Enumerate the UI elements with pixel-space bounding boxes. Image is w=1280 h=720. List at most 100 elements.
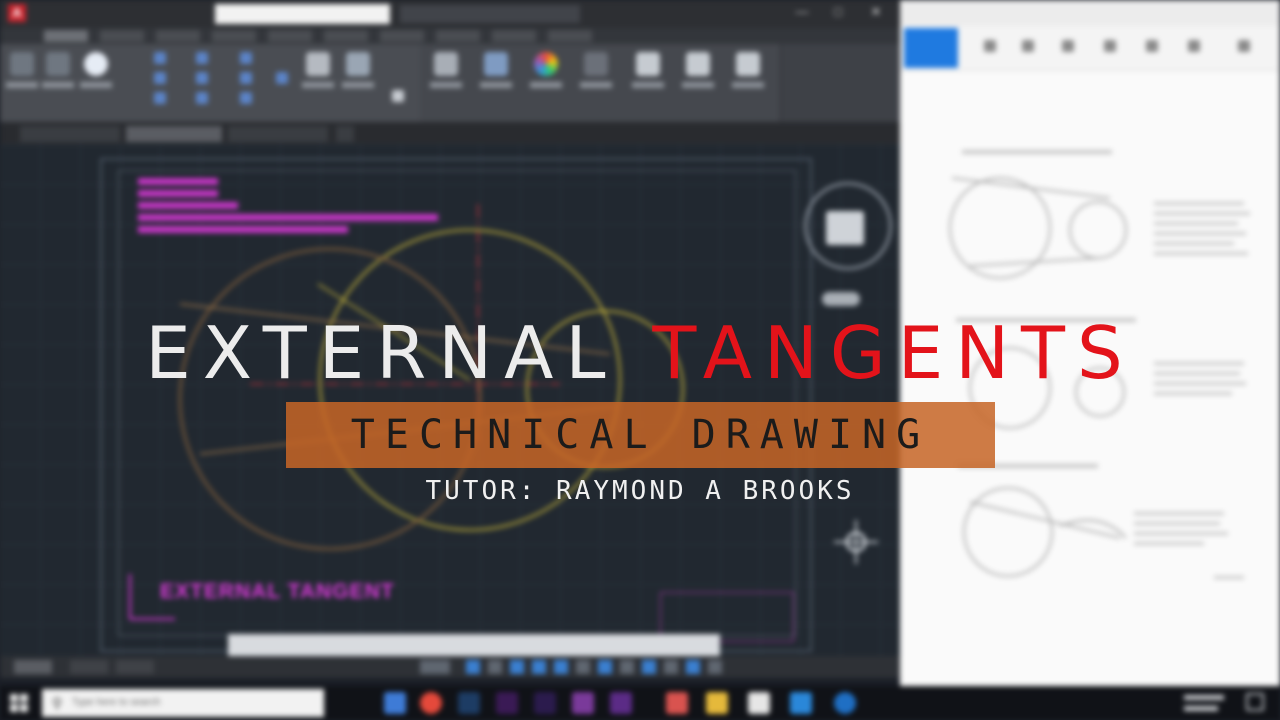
viewcube[interactable] xyxy=(826,211,864,245)
comment-icon[interactable] xyxy=(1104,40,1116,52)
grid-toggle[interactable] xyxy=(466,660,480,674)
layout1-tab[interactable] xyxy=(70,660,108,674)
selection-cycling-toggle[interactable] xyxy=(642,660,656,674)
notepad-icon[interactable] xyxy=(748,692,770,714)
ribbon-tab-featured-apps[interactable] xyxy=(548,30,592,42)
file-explorer-icon[interactable] xyxy=(384,692,406,714)
pdf-note xyxy=(1154,252,1248,255)
polar-toggle[interactable] xyxy=(532,660,546,674)
folder-icon[interactable] xyxy=(706,692,728,714)
line-tool-button[interactable] xyxy=(4,48,40,96)
maximize-button[interactable]: □ xyxy=(826,4,850,24)
polyline-tool-button[interactable] xyxy=(40,48,76,96)
array-icon[interactable] xyxy=(240,92,252,104)
customize-button[interactable] xyxy=(708,660,722,674)
text-tool-button[interactable] xyxy=(300,48,336,96)
ribbon-tab-manage[interactable] xyxy=(324,30,368,42)
fillet-icon[interactable] xyxy=(240,72,252,84)
pdf-page-number xyxy=(1214,576,1244,579)
ribbon-tab-a360[interactable] xyxy=(492,30,536,42)
navigation-bar-toggle[interactable] xyxy=(822,292,860,306)
osnap-toggle[interactable] xyxy=(554,660,568,674)
close-button[interactable]: ✕ xyxy=(864,4,888,24)
pdf-diagram-1-tangent xyxy=(951,177,1111,199)
system-clock[interactable] xyxy=(1176,689,1236,717)
photoshop-icon[interactable] xyxy=(458,692,480,714)
pdf-tool-icon[interactable] xyxy=(984,40,996,52)
share-icon[interactable] xyxy=(1146,40,1158,52)
layer-properties-button[interactable] xyxy=(428,48,464,96)
onenote-icon[interactable] xyxy=(572,692,594,714)
minimize-button[interactable]: — xyxy=(790,4,814,24)
properties-button[interactable] xyxy=(528,48,564,96)
file-tab-start[interactable] xyxy=(20,126,120,142)
ribbon-tab-output[interactable] xyxy=(380,30,424,42)
autocad-logo-icon[interactable]: A xyxy=(8,4,26,22)
coordinates-display xyxy=(420,660,450,674)
chrome-icon[interactable] xyxy=(420,692,442,714)
erase-icon[interactable] xyxy=(276,72,288,84)
stretch-icon[interactable] xyxy=(154,92,166,104)
ribbon-tab-insert[interactable] xyxy=(100,30,144,42)
ribbon-panel xyxy=(0,44,900,122)
pdf-note xyxy=(1134,522,1220,525)
headline-word-tangents: TANGENTS xyxy=(652,311,1135,395)
more-icon[interactable] xyxy=(1238,40,1250,52)
file-tab-current-drawing[interactable] xyxy=(126,126,222,142)
pdf-note xyxy=(1154,232,1246,235)
print-icon[interactable] xyxy=(1062,40,1074,52)
trim-icon[interactable] xyxy=(240,52,252,64)
pdf-note xyxy=(1134,542,1204,545)
media-app-icon[interactable] xyxy=(610,692,632,714)
move-icon[interactable] xyxy=(154,52,166,64)
layout2-tab[interactable] xyxy=(116,660,154,674)
store-icon[interactable] xyxy=(790,692,812,714)
dimension-tool-button[interactable] xyxy=(340,48,376,96)
windows-start-icon[interactable] xyxy=(8,692,30,714)
model-tab[interactable] xyxy=(14,660,52,674)
file-tab-drawing-2[interactable] xyxy=(228,126,328,142)
video-title-headline: EXTERNAL TANGENTS xyxy=(0,308,1280,398)
annotation-scale-button[interactable] xyxy=(664,660,678,674)
ribbon-tab-parametric[interactable] xyxy=(212,30,256,42)
file-tab-bar xyxy=(0,122,900,144)
premiere-icon[interactable] xyxy=(496,692,518,714)
steering-wheel-icon[interactable] xyxy=(834,520,878,564)
copy-icon[interactable] xyxy=(154,72,166,84)
taskbar-search-input[interactable]: Type here to search xyxy=(42,689,324,717)
scale-icon[interactable] xyxy=(196,92,208,104)
view-button[interactable] xyxy=(730,48,766,96)
table-icon[interactable] xyxy=(392,90,404,102)
pdf-title-bar xyxy=(900,0,1280,26)
otrack-toggle[interactable] xyxy=(576,660,590,674)
workspace-button[interactable] xyxy=(686,660,700,674)
autocad-search-box[interactable] xyxy=(400,5,580,23)
ribbon-tab-home[interactable] xyxy=(44,30,88,42)
notification-center-icon[interactable] xyxy=(1246,693,1264,711)
after-effects-icon[interactable] xyxy=(534,692,556,714)
search-icon[interactable] xyxy=(1022,40,1034,52)
circle-tool-button[interactable] xyxy=(78,48,114,96)
ribbon-tab-view[interactable] xyxy=(268,30,312,42)
outlook-icon[interactable] xyxy=(834,692,856,714)
rotate-icon[interactable] xyxy=(196,52,208,64)
autocad-icon[interactable] xyxy=(666,692,688,714)
pdf-note xyxy=(1134,532,1228,535)
search-icon: ⚲ xyxy=(52,695,63,711)
pdf-heading-1 xyxy=(962,150,1112,154)
command-line-input[interactable] xyxy=(228,634,720,656)
utilities-button[interactable] xyxy=(630,48,666,96)
ribbon-tab-annotate[interactable] xyxy=(156,30,200,42)
lineweight-toggle[interactable] xyxy=(598,660,612,674)
ribbon-tab-addins[interactable] xyxy=(436,30,480,42)
groups-button[interactable] xyxy=(578,48,614,96)
snap-toggle[interactable] xyxy=(488,660,502,674)
new-tab-button[interactable] xyxy=(336,126,354,142)
ortho-toggle[interactable] xyxy=(510,660,524,674)
insert-block-button[interactable] xyxy=(478,48,514,96)
bookmark-icon[interactable] xyxy=(1188,40,1200,52)
mirror-icon[interactable] xyxy=(196,72,208,84)
pdf-home-button[interactable] xyxy=(904,28,958,68)
clipboard-button[interactable] xyxy=(680,48,716,96)
transparency-toggle[interactable] xyxy=(620,660,634,674)
